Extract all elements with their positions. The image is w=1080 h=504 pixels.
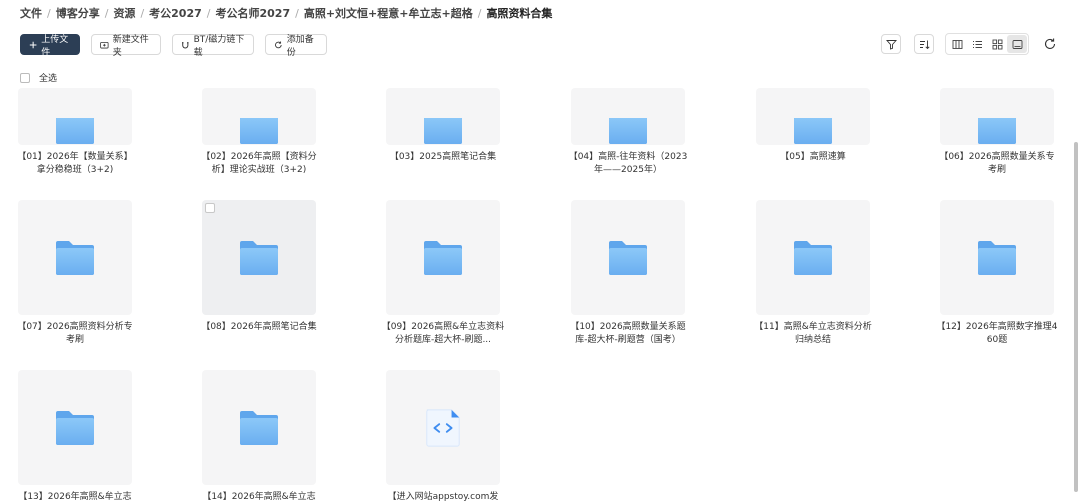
sync-icon	[275, 40, 282, 48]
magnet-icon	[182, 41, 189, 48]
file-thumbnail[interactable]	[386, 370, 500, 485]
refresh-icon	[1044, 38, 1056, 50]
folder-icon	[609, 118, 647, 144]
item-name[interactable]: 【04】高照-往年资料（2023年——2025年）	[566, 151, 690, 177]
item-name[interactable]: 【06】2026高照数量关系专考刷	[935, 151, 1059, 177]
item-name[interactable]: 【进入网站appstoy.com发	[381, 491, 505, 504]
breadcrumb-item[interactable]: 文件	[20, 5, 42, 21]
item-name[interactable]: 【14】2026年高照&牟立志	[197, 491, 321, 504]
refresh-button[interactable]	[1043, 36, 1057, 50]
breadcrumb-item: 高照资料合集	[486, 7, 553, 20]
item-name[interactable]: 【05】高照速算	[751, 151, 875, 164]
breadcrumb-separator: /	[140, 6, 145, 20]
item-name[interactable]: 【11】高照&牟立志资料分析归纳总结	[751, 321, 875, 347]
upload-label: 上传文件	[41, 34, 69, 58]
folder-icon	[240, 410, 278, 445]
folder-plus-icon	[100, 41, 109, 48]
folder-icon	[609, 240, 647, 275]
folder-icon	[978, 118, 1016, 144]
bt-download-label: BT/磁力链下载	[193, 34, 245, 58]
new-folder-button[interactable]: 新建文件夹	[91, 34, 161, 58]
folder-thumbnail[interactable]	[202, 88, 316, 145]
item-name[interactable]: 【03】2025高照笔记合集	[381, 151, 505, 164]
upload-button[interactable]: 上传文件	[20, 34, 80, 58]
folder-thumbnail[interactable]	[202, 370, 316, 485]
list-view-icon	[972, 40, 982, 48]
folder-icon	[424, 240, 462, 275]
toolbar: 上传文件 新建文件夹 BT/磁力链下载 添加备份	[20, 34, 327, 58]
sort-icon	[919, 40, 930, 49]
breadcrumb-separator: /	[206, 6, 211, 20]
folder-thumbnail[interactable]	[756, 88, 870, 145]
bt-download-button[interactable]: BT/磁力链下载	[172, 34, 254, 58]
view-mode-group	[945, 33, 1029, 55]
item-name[interactable]: 【09】2026高照&牟立志资料分析题库-超大杯-刷题...	[381, 321, 505, 347]
new-folder-label: 新建文件夹	[112, 34, 149, 58]
plus-icon	[29, 41, 37, 48]
folder-thumbnail[interactable]	[571, 88, 685, 145]
folder-icon	[240, 240, 278, 275]
grid-view-button[interactable]	[987, 35, 1007, 53]
folder-icon	[424, 118, 462, 144]
folder-thumbnail[interactable]	[756, 200, 870, 315]
breadcrumb-separator: /	[104, 6, 109, 20]
folder-icon	[794, 118, 832, 144]
breadcrumb-item[interactable]: 考公2027	[149, 5, 202, 21]
folder-icon	[56, 118, 94, 144]
folder-thumbnail[interactable]	[386, 200, 500, 315]
folder-thumbnail[interactable]	[940, 200, 1054, 315]
breadcrumb-item[interactable]: 资源	[113, 5, 135, 21]
folder-icon	[978, 240, 1016, 275]
column-view-icon	[952, 39, 962, 49]
column-view-button[interactable]	[947, 35, 967, 53]
select-all[interactable]: 全选	[20, 71, 57, 84]
item-checkbox[interactable]	[205, 203, 215, 213]
folder-icon	[240, 118, 278, 144]
item-name[interactable]: 【01】2026年【数量关系】拿分稳稳班（3+2)	[13, 151, 137, 177]
breadcrumb-separator: /	[47, 6, 51, 20]
item-name[interactable]: 【13】2026年高照&牟立志	[13, 491, 137, 504]
filter-icon	[885, 39, 897, 50]
breadcrumb-item[interactable]: 考公名师2027	[216, 5, 291, 21]
breadcrumb-separator: /	[477, 6, 482, 20]
select-all-checkbox[interactable]	[20, 72, 30, 83]
folder-icon	[56, 240, 94, 275]
sort-button[interactable]	[914, 34, 934, 54]
folder-thumbnail[interactable]	[18, 370, 132, 485]
folder-thumbnail[interactable]	[571, 200, 685, 315]
select-all-label: 全选	[39, 74, 58, 84]
item-name[interactable]: 【07】2026高照资料分析专考刷	[13, 321, 137, 347]
filter-button[interactable]	[881, 34, 901, 54]
breadcrumb: 文件 / 博客分享 / 资源 / 考公2027 / 考公名师2027 / 高照+刘文恒+程意+牟立志…	[20, 5, 552, 21]
scrollbar[interactable]	[1074, 142, 1078, 492]
folder-thumbnail[interactable]	[386, 88, 500, 145]
item-name[interactable]: 【10】2026高照数量关系题库-超大杯-刷题营（国考）	[566, 321, 690, 347]
folder-thumbnail[interactable]	[18, 88, 132, 145]
folder-thumbnail[interactable]	[18, 200, 132, 315]
folder-thumbnail[interactable]	[202, 200, 316, 315]
item-name[interactable]: 【12】2026年高照数字推理460题	[935, 321, 1059, 347]
item-name[interactable]: 【08】2026年高照笔记合集	[197, 321, 321, 334]
add-backup-button[interactable]: 添加备份	[265, 34, 327, 58]
folder-icon	[56, 410, 94, 445]
thumbnail-view-icon	[1012, 39, 1022, 49]
folder-thumbnail[interactable]	[940, 88, 1054, 145]
breadcrumb-separator: /	[295, 6, 299, 20]
breadcrumb-item[interactable]: 博客分享	[56, 5, 100, 21]
list-view-button[interactable]	[967, 35, 987, 53]
item-name[interactable]: 【02】2026年高照【资料分析】理论实战班（3+2)	[197, 151, 321, 177]
grid-view-icon	[992, 39, 1002, 49]
add-backup-label: 添加备份	[286, 34, 314, 58]
thumbnail-view-button[interactable]	[1007, 35, 1027, 53]
breadcrumb-item[interactable]: 高照+刘文恒+程意+牟立志+超格	[304, 5, 473, 21]
code-file-icon	[426, 408, 460, 447]
folder-icon	[794, 240, 832, 275]
